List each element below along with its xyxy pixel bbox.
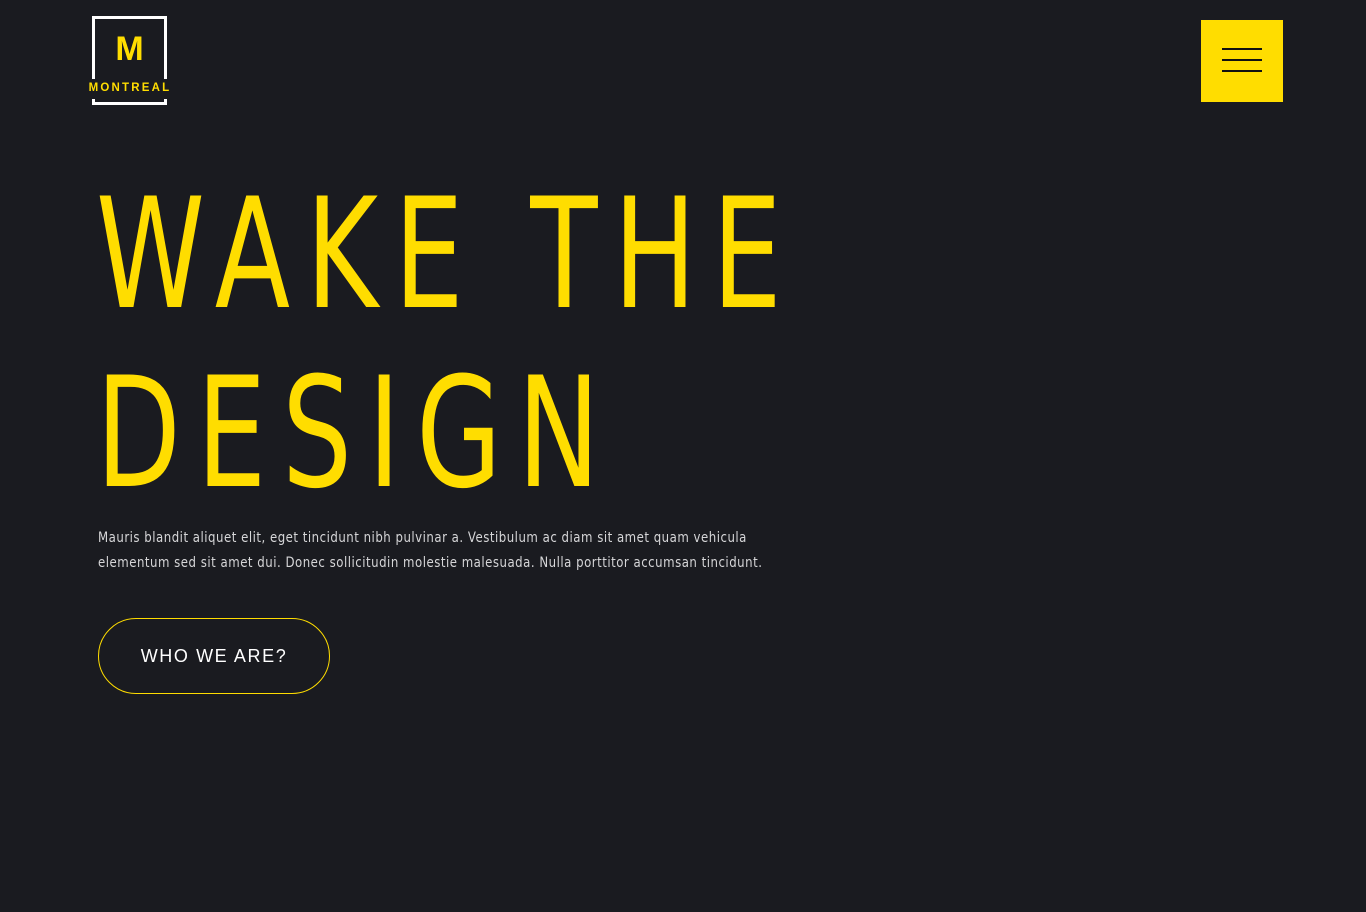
hero-title-line-2: DESIGN (96, 345, 616, 523)
logo-wordmark: MONTREAL (88, 82, 172, 94)
logo-frame-bottom (92, 102, 167, 105)
page: M MONTREAL WAKE THE DESIGN Mauris blandi… (0, 0, 1366, 912)
logo-link[interactable]: M MONTREAL (82, 15, 178, 107)
hamburger-menu-icon (1222, 48, 1262, 72)
menu-button[interactable] (1201, 20, 1283, 102)
menu-icon-bar (1222, 59, 1262, 61)
who-we-are-button[interactable]: WHO WE ARE? (98, 618, 330, 694)
hero-description: Mauris blandit aliquet elit, eget tincid… (98, 530, 763, 571)
menu-icon-bar (1222, 70, 1262, 72)
logo-letter: M (115, 30, 144, 68)
hero-title-line-1: WAKE THE (96, 166, 798, 344)
menu-icon-bar (1222, 48, 1262, 50)
hero-title: WAKE THE DESIGN (96, 166, 798, 524)
